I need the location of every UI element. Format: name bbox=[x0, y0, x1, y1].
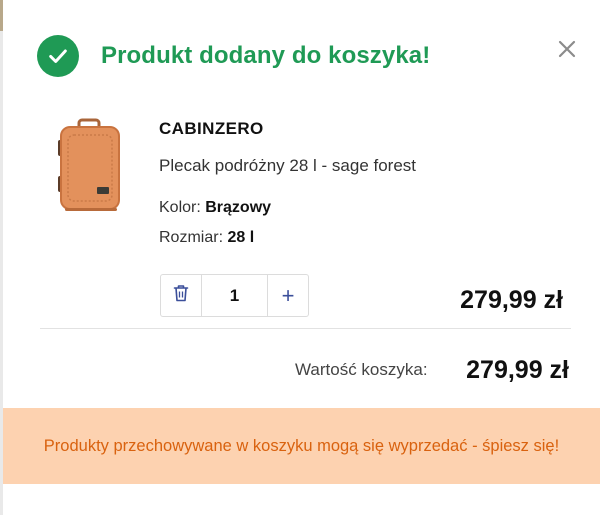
close-button[interactable] bbox=[554, 38, 580, 64]
size-label: Rozmiar: bbox=[159, 229, 224, 246]
quantity-input[interactable]: 1 bbox=[201, 275, 268, 316]
size-value: 28 l bbox=[227, 229, 255, 246]
cart-total-label: Wartość koszyka: bbox=[295, 360, 428, 379]
close-icon bbox=[558, 40, 576, 63]
divider bbox=[40, 328, 571, 329]
product-size: Rozmiar: 28 l bbox=[159, 229, 254, 247]
cart-total-value: 279,99 zł bbox=[466, 356, 569, 384]
stock-warning-banner: Produkty przechowywane w koszyku mogą si… bbox=[3, 408, 600, 484]
product-brand[interactable]: CABINZERO bbox=[159, 119, 264, 139]
plus-icon: + bbox=[281, 282, 295, 308]
color-label: Kolor: bbox=[159, 199, 201, 216]
stock-warning-text: Produkty przechowywane w koszyku mogą si… bbox=[43, 437, 560, 455]
product-image[interactable] bbox=[53, 118, 125, 214]
product-color: Kolor: Brązowy bbox=[159, 199, 271, 217]
color-value: Brązowy bbox=[205, 199, 272, 216]
item-price: 279,99 zł bbox=[460, 286, 563, 314]
remove-item-button[interactable] bbox=[161, 275, 201, 316]
modal-header: Produkt dodany do koszyka! bbox=[35, 30, 582, 80]
trash-icon bbox=[173, 284, 189, 307]
check-circle-icon bbox=[37, 35, 79, 77]
product-name[interactable]: Plecak podróżny 28 l - sage forest bbox=[159, 156, 416, 176]
quantity-stepper: 1 + bbox=[160, 274, 309, 317]
modal-title: Produkt dodany do koszyka! bbox=[101, 42, 431, 69]
increase-quantity-button[interactable]: + bbox=[268, 275, 308, 316]
